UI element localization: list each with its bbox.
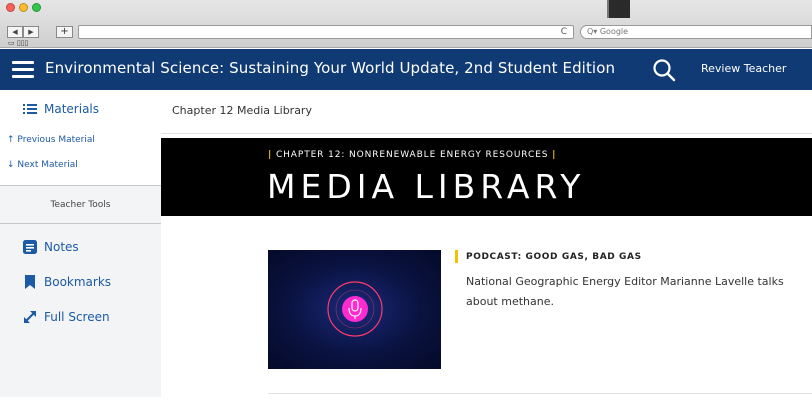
list-icon	[23, 103, 37, 114]
search-icon[interactable]	[652, 58, 676, 82]
material-navigation: ↑ Previous Material ↓ Next Material	[0, 127, 161, 186]
chapter-label: CHAPTER 12: NONRENEWABLE ENERGY RESOURCE…	[275, 150, 549, 160]
breadcrumb: Chapter 12 Media Library	[172, 104, 312, 117]
fullscreen-link[interactable]: Full Screen	[23, 310, 110, 324]
fullscreen-label: Full Screen	[44, 310, 110, 324]
media-item-description: National Geographic Energy Editor Marian…	[466, 275, 784, 308]
bookmarks-bar-icon[interactable]: ▭ ▯▯▯	[8, 39, 28, 47]
previous-material-label: Previous Material	[17, 135, 95, 145]
microphone-icon	[273, 281, 434, 337]
accent-bar: |	[268, 150, 273, 160]
chapter-heading: | CHAPTER 12: NONRENEWABLE ENERGY RESOUR…	[268, 150, 556, 160]
divider	[161, 133, 812, 134]
notes-icon	[23, 240, 37, 254]
browser-forward-button[interactable]: ▶	[23, 26, 39, 38]
url-bar[interactable]: C	[78, 25, 574, 39]
accent-bar: |	[552, 150, 557, 160]
materials-label: Materials	[44, 101, 100, 116]
next-material-label: Next Material	[17, 160, 78, 170]
teacher-tools-label: Teacher Tools	[50, 199, 111, 210]
page-title: MEDIA LIBRARY	[267, 167, 586, 206]
podcast-thumbnail[interactable]	[268, 250, 441, 369]
hamburger-icon[interactable]	[12, 61, 34, 78]
media-item-title[interactable]: PODCAST: GOOD GAS, BAD GAS	[466, 252, 642, 262]
dark-window-fragment	[607, 0, 630, 18]
sidebar: Materials ↑ Previous Material ↓ Next Mat…	[0, 90, 161, 397]
minimize-window-button[interactable]	[19, 3, 28, 12]
divider	[0, 223, 161, 224]
bookmark-icon	[25, 275, 35, 289]
book-title: Environmental Science: Sustaining Your W…	[45, 59, 616, 77]
new-tab-button[interactable]: +	[56, 26, 73, 38]
fullscreen-icon	[24, 311, 36, 323]
window-controls	[6, 3, 41, 12]
bookmarks-label: Bookmarks	[44, 275, 112, 289]
notes-link[interactable]: Notes	[23, 240, 79, 254]
bookmarks-link[interactable]: Bookmarks	[23, 275, 111, 289]
accent-bar	[455, 250, 458, 263]
arrow-up-icon: ↑	[7, 135, 15, 145]
zoom-window-button[interactable]	[32, 3, 41, 12]
reload-icon[interactable]: C	[561, 26, 567, 38]
previous-material-link[interactable]: ↑ Previous Material	[7, 135, 95, 145]
browser-nav-buttons: ◀ ▶	[7, 26, 39, 38]
materials-button[interactable]: Materials	[0, 90, 161, 127]
browser-back-button[interactable]: ◀	[7, 26, 23, 38]
app-header: Environmental Science: Sustaining Your W…	[0, 49, 812, 90]
notes-label: Notes	[44, 240, 79, 254]
next-material-link[interactable]: ↓ Next Material	[7, 160, 78, 170]
close-window-button[interactable]	[6, 3, 15, 12]
browser-search-field[interactable]: Q▾ Google	[580, 25, 812, 39]
browser-chrome: ◀ ▶ + C Q▾ Google ▭ ▯▯▯	[0, 0, 812, 48]
media-library-banner: | CHAPTER 12: NONRENEWABLE ENERGY RESOUR…	[161, 138, 812, 216]
arrow-down-icon: ↓	[7, 160, 15, 170]
review-teacher-button[interactable]: Review Teacher	[701, 62, 786, 75]
divider	[268, 393, 812, 394]
